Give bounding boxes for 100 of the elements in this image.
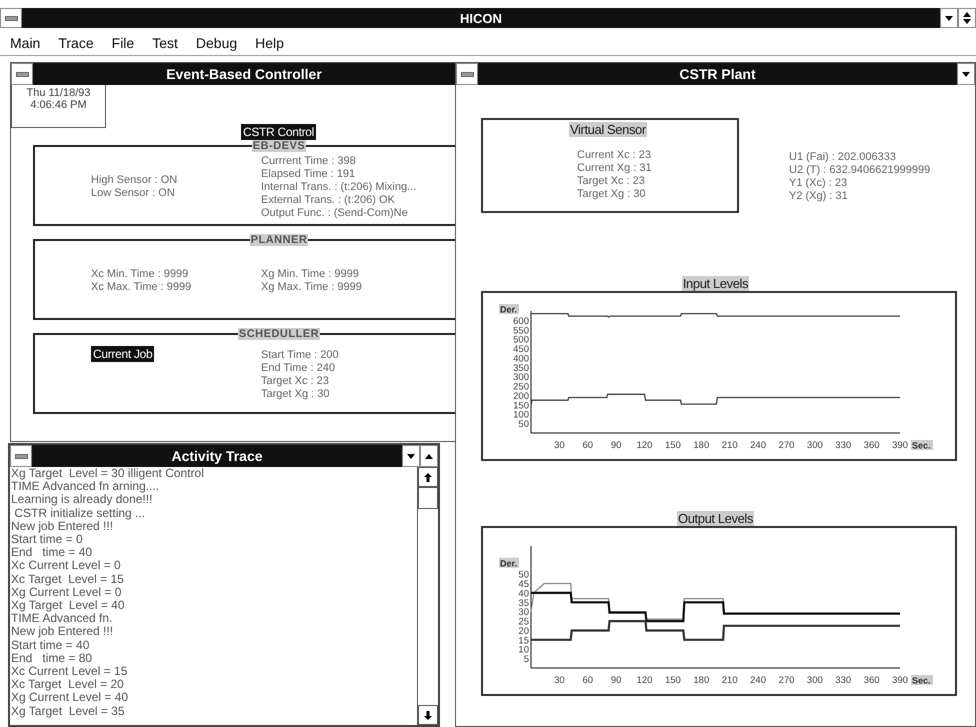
menu-item[interactable]: Test <box>142 32 186 52</box>
status-text: Xc Max. Time : 9999 <box>91 281 192 294</box>
menu-item[interactable]: Debug <box>186 32 246 52</box>
status-text: External Trans. : (t:206) OK <box>261 194 396 206</box>
tick-label: 330 <box>835 440 852 451</box>
down-arrow-icon <box>424 710 432 720</box>
status-label: Current Job <box>91 346 154 362</box>
sensor-text: Current Xc : 23 <box>577 149 652 162</box>
menu-item[interactable]: Help <box>245 32 292 52</box>
log-line: New job Entered !!! <box>11 625 114 639</box>
log-line: Learning is already done!!! <box>11 493 152 507</box>
tick-label: 390 <box>892 440 908 451</box>
log-line: Xg Target Level = 40 <box>11 599 126 612</box>
clock-text: Thu 11/18/93 <box>26 87 90 99</box>
tick-label: 50 <box>518 570 529 581</box>
tick-label: 90 <box>610 675 622 686</box>
tick-label: 60 <box>582 675 594 686</box>
tick-label: 210 <box>722 675 738 686</box>
output-text: Y1 (Xc) : 23 <box>789 177 848 190</box>
down-triangle-icon <box>945 16 953 20</box>
tick-label: 100 <box>513 410 529 421</box>
tick-label: 10 <box>518 644 529 656</box>
log-line: Xc Target Level = 15 <box>11 572 125 586</box>
log-line: TIME Advanced fn. <box>11 612 114 626</box>
log-line: Start time = 40 <box>11 638 90 652</box>
window-title: HICON <box>459 10 503 26</box>
sensor-text: Target Xc : 23 <box>577 175 646 188</box>
minimize-button[interactable] <box>402 445 420 467</box>
sensor-text: Target Xg : 30 <box>577 188 646 201</box>
restore-button[interactable] <box>958 8 976 28</box>
scroll-up-button[interactable] <box>418 467 438 487</box>
status-text: Elapsed Time : 191 <box>261 168 356 180</box>
tick-label: 150 <box>665 440 681 451</box>
tick-label: 600 <box>513 316 529 327</box>
window-menu-button[interactable] <box>10 445 32 467</box>
tick-label: 50 <box>518 419 529 430</box>
status-text: Low Sensor : ON <box>91 187 176 200</box>
down-triangle-icon <box>962 72 970 76</box>
menu-item[interactable]: File <box>102 32 142 52</box>
window-menu-button[interactable] <box>0 8 22 28</box>
log-line: Xg Current Level = 0 <box>11 586 122 600</box>
tick-label: 270 <box>778 675 794 686</box>
tick-label: 400 <box>513 353 529 364</box>
log-line: New job Entered !!! <box>11 520 114 534</box>
tick-label: 120 <box>636 675 652 686</box>
tick-label: 45 <box>518 579 529 590</box>
minimize-button[interactable] <box>957 63 975 85</box>
status-text: Output Func. : (Send-Com)Ne <box>261 206 409 220</box>
window-title: Event-Based Controller <box>165 65 323 84</box>
window-title: CSTR Plant <box>678 65 757 84</box>
tick-label: 390 <box>892 675 908 686</box>
tick-label: 90 <box>610 440 622 451</box>
window-menu-button[interactable] <box>456 63 478 85</box>
tick-label: 350 <box>513 362 529 374</box>
tick-label: 180 <box>693 675 710 686</box>
log-line: Start time = 0 <box>11 533 84 546</box>
scrollbar[interactable] <box>417 467 438 725</box>
tick-label: 15 <box>518 635 529 646</box>
log-line: Xg Target Level = 35 <box>11 704 126 718</box>
tick-label: 60 <box>582 440 594 451</box>
up-arrow-icon <box>424 472 432 482</box>
tick-label: 300 <box>806 675 823 686</box>
log-line: End time = 40 <box>11 546 94 560</box>
log-line: Xc Current Level = 0 <box>11 559 122 573</box>
tick-label: 40 <box>518 588 529 600</box>
section-heading: CSTR Control <box>240 124 316 140</box>
chart-title: Output Levels <box>676 511 754 526</box>
output-text: U1 (Fai) : 202.006333 <box>789 151 898 164</box>
sensor-text: Current Xg : 31 <box>577 162 653 175</box>
maximize-button[interactable] <box>420 445 438 467</box>
menu-item[interactable]: Main <box>0 32 48 52</box>
up-down-arrow-icon <box>963 12 971 24</box>
down-triangle-icon <box>407 454 415 458</box>
window-menu-button[interactable] <box>11 63 33 85</box>
scroll-thumb[interactable] <box>418 487 438 509</box>
status-text: Internal Trans. : (t:206) Mixing... <box>261 180 418 194</box>
tick-label: 150 <box>665 675 681 686</box>
chart-title: Input Levels <box>682 276 750 291</box>
status-text: End Time : 240 <box>261 362 336 375</box>
status-text: High Sensor : ON <box>91 174 178 187</box>
clock-text: 4:06:46 PM <box>30 99 87 111</box>
tick-label: 500 <box>513 334 529 346</box>
tick-label: 210 <box>722 440 738 451</box>
output-text: U2 (T) : 632.9406621999999 <box>789 164 930 177</box>
tick-label: 25 <box>518 616 529 628</box>
status-text: Xc Min. Time : 9999 <box>91 268 190 281</box>
status-text: Xg Max. Time : 9999 <box>261 281 363 294</box>
log-line: TIME Advanced fn arning.... <box>11 480 160 494</box>
status-text: Target Xc : 23 <box>261 375 330 388</box>
log-line: Xg Target Level = 30 illigent Control <box>11 467 205 480</box>
log-line: Xg Current Level = 40 <box>11 691 130 705</box>
minimize-button[interactable] <box>940 8 958 28</box>
status-text: Xg Min. Time : 9999 <box>261 268 360 281</box>
scroll-down-button[interactable] <box>418 705 438 725</box>
tick-label: 30 <box>554 675 565 686</box>
tick-label: 250 <box>513 382 529 393</box>
menu-item[interactable]: Trace <box>48 32 102 52</box>
group-title: SCHEDULLER <box>238 328 320 340</box>
group-title: Virtual Sensor <box>569 122 647 137</box>
log-line: End time = 80 <box>11 652 94 666</box>
